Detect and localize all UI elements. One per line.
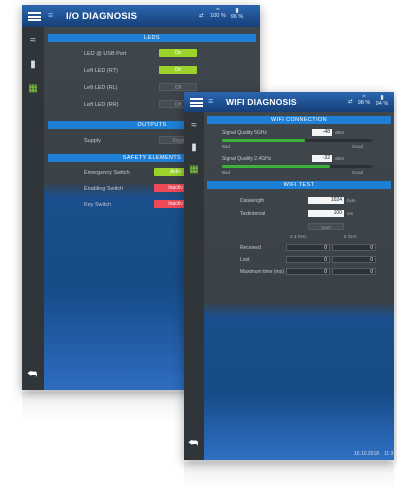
- wifi-content: WIFI CONNECTION Signal Quality 5GHz -48 …: [204, 112, 394, 460]
- column-header-5ghz: 5 GHz: [344, 234, 357, 239]
- test-value-5ghz: 0: [332, 244, 376, 251]
- column-header-2-4ghz: 2.4 GHz: [290, 234, 307, 239]
- output-row-label: Supply: [84, 138, 101, 144]
- logo-icon: ≡: [208, 96, 214, 106]
- leds-section-header: LEDS: [48, 34, 256, 42]
- safety-row-label: Emergency Switch: [84, 170, 130, 176]
- wifi-title-bar: ≡ WIFI DIAGNOSIS ⇄ ≈ 98 % ▮ 94 %: [184, 92, 394, 112]
- led-toggle-button[interactable]: Off: [159, 83, 197, 91]
- signal-max-label: Good: [352, 170, 364, 175]
- logo-icon: ≡: [48, 10, 54, 20]
- wifi-icon[interactable]: ≈: [188, 120, 200, 132]
- signal-value: -48: [312, 129, 332, 136]
- back-arrow-icon[interactable]: ⮪: [188, 438, 200, 449]
- signal-label: Signal Quality 2.4GHz: [222, 156, 272, 162]
- wifi-window-title: WIFI DIAGNOSIS: [226, 97, 297, 107]
- test-value-5ghz: 0: [332, 256, 376, 263]
- test-value-5ghz: 0: [332, 268, 376, 275]
- safety-row-label: Enabling Switch: [84, 186, 124, 192]
- testinterval-input[interactable]: 100: [308, 210, 344, 217]
- battery-status: ▮ 94 %: [374, 94, 390, 107]
- datalength-input[interactable]: 1024: [308, 197, 344, 204]
- signal-value: -32: [312, 155, 332, 162]
- wifi-connection-header: WIFI CONNECTION: [207, 116, 391, 124]
- test-row-label: Maximum time (ms): [240, 269, 284, 275]
- back-arrow-icon[interactable]: ⮪: [27, 369, 39, 380]
- wifi-sidebar: ≈ ▮ ▦ ⮪: [184, 112, 204, 460]
- io-title-bar: ≡ I/O DIAGNOSIS ⇄ ≈ 100 % ▮ 96 %: [22, 5, 260, 27]
- signal-unit: dBm: [335, 156, 345, 161]
- test-value-2-4ghz: 0: [286, 256, 330, 263]
- signal-bar: [222, 165, 372, 168]
- signal-bar: [222, 139, 372, 142]
- wifi-diagnosis-window: ≡ WIFI DIAGNOSIS ⇄ ≈ 98 % ▮ 94 % ≈ ▮ ▦ ⮪…: [184, 92, 394, 460]
- io-module-icon[interactable]: ▦: [27, 83, 39, 95]
- led-row-label: Left LED (RT): [84, 68, 118, 74]
- testinterval-unit: ms: [347, 211, 353, 216]
- safety-row-label: Key Switch: [84, 202, 112, 208]
- led-row-label: Left LED (RL): [84, 85, 118, 91]
- footer-time: 11:3: [384, 451, 394, 457]
- wifi-status: ≈ 98 %: [356, 94, 372, 106]
- wifi-status: ≈ 100 %: [209, 7, 227, 19]
- led-toggle-button[interactable]: On: [159, 49, 197, 57]
- io-window-title: I/O DIAGNOSIS: [66, 11, 138, 22]
- test-row-label: Lost: [240, 257, 250, 263]
- wifi-percent: 100 %: [210, 13, 226, 19]
- battery-icon: ▮: [235, 8, 239, 14]
- testinterval-label: Testinterval: [240, 211, 266, 217]
- signal-bar-fill: [222, 139, 305, 142]
- signal-bar-fill: [222, 165, 330, 168]
- datalength-unit: byte: [347, 198, 356, 203]
- datalength-label: Datalength: [240, 198, 265, 204]
- network-icon: ⇄: [348, 99, 353, 105]
- led-toggle-button[interactable]: On: [159, 66, 197, 74]
- test-value-2-4ghz: 0: [286, 244, 330, 251]
- signal-max-label: Good: [352, 144, 364, 149]
- handset-icon[interactable]: ▮: [27, 59, 39, 71]
- signal-unit: dBm: [335, 130, 345, 135]
- wifi-diagnosis-nav-icon[interactable]: ≈: [27, 35, 39, 47]
- footer-date: 16.10.2018: [354, 451, 380, 457]
- menu-icon[interactable]: [190, 98, 203, 107]
- test-value-2-4ghz: 0: [286, 268, 330, 275]
- battery-status: ▮ 96 %: [229, 7, 245, 20]
- battery-icon: ▮: [380, 95, 384, 101]
- io-module-icon[interactable]: ▦: [188, 164, 200, 176]
- battery-percent: 96 %: [230, 14, 244, 20]
- led-row-label: Left LED (RR): [84, 102, 119, 108]
- battery-percent: 94 %: [375, 101, 389, 107]
- led-row-label: LED @ USB Port: [84, 51, 127, 57]
- io-sidebar: ≈ ▮ ▦ ⮪: [22, 27, 44, 390]
- test-row-label: Received: [240, 245, 261, 251]
- signal-min-label: Bad: [222, 144, 231, 149]
- menu-icon[interactable]: [28, 12, 41, 21]
- signal-min-label: Bad: [222, 170, 231, 175]
- network-icon: ⇄: [199, 13, 204, 19]
- wifi-window-reflection: [184, 462, 394, 489]
- wifi-percent: 98 %: [357, 100, 371, 106]
- start-test-button[interactable]: Start: [308, 223, 344, 230]
- wifi-test-header: WIFI TEST: [207, 181, 391, 189]
- handset-icon[interactable]: ▮: [188, 142, 200, 154]
- signal-label: Signal Quality 5GHz: [222, 130, 268, 136]
